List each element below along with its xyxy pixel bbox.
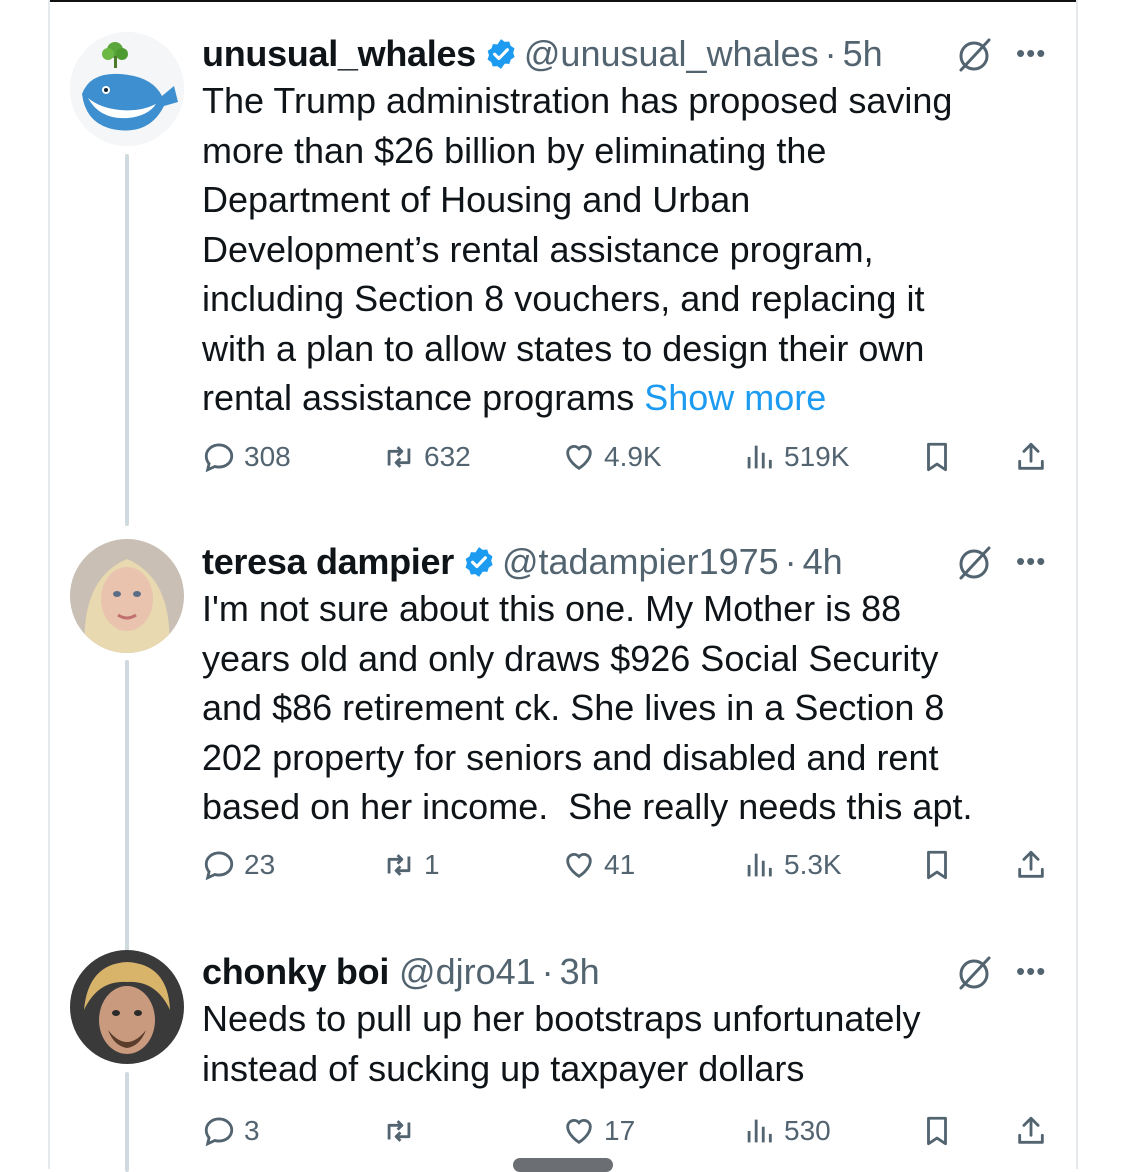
top-border <box>48 0 1078 2</box>
tweet-text: The Trump administration has proposed sa… <box>202 76 1032 423</box>
bookmark-button[interactable] <box>920 1114 962 1148</box>
display-name[interactable]: chonky boi <box>202 951 389 993</box>
views-button[interactable]: 519K <box>742 440 849 474</box>
separator-dot: · <box>824 33 837 74</box>
repost-button[interactable]: 632 <box>382 440 471 474</box>
timestamp[interactable]: 3h <box>560 951 600 993</box>
more-icon[interactable]: ••• <box>1016 546 1046 577</box>
view-count: 519K <box>784 441 850 472</box>
bookmark-button[interactable] <box>920 440 962 474</box>
verified-badge-icon <box>487 39 515 69</box>
show-more-link[interactable]: Show more <box>644 377 826 418</box>
views-button[interactable]: 530 <box>742 1114 831 1148</box>
repost-count: 1 <box>424 849 440 880</box>
more-icon[interactable]: ••• <box>1016 956 1046 987</box>
heart-icon <box>566 1119 592 1145</box>
handle[interactable]: @djro41 <box>399 951 536 993</box>
share-button[interactable] <box>1014 440 1056 474</box>
like-count: 4.9K <box>604 441 662 472</box>
like-button[interactable]: 17 <box>562 1114 635 1148</box>
repost-icon <box>387 854 411 876</box>
grok-icon[interactable] <box>955 954 993 992</box>
like-count: 17 <box>604 1115 636 1146</box>
profile-photo <box>70 950 184 1064</box>
tweet-text: Needs to pull up her bootstraps unfortun… <box>202 998 921 1089</box>
tweet-header: chonky boi @djro41 · 3h <box>202 946 600 998</box>
grok-icon[interactable] <box>955 544 993 582</box>
tweet-header: unusual_whales @unusual_whales · 5h <box>202 28 883 80</box>
reply-button[interactable]: 308 <box>202 440 291 474</box>
action-bar: 23 1 41 5.3K <box>202 848 1052 888</box>
thread-line <box>125 154 129 526</box>
reply-count: 3 <box>244 1115 260 1146</box>
reply-icon <box>204 443 234 473</box>
bookmark-icon <box>927 442 947 472</box>
bookmark-button[interactable] <box>920 848 962 882</box>
left-border <box>48 0 50 1169</box>
repost-count: 632 <box>424 441 471 472</box>
timestamp[interactable]: 4h <box>803 541 843 583</box>
separator-dot: · <box>541 951 554 992</box>
separator-dot: · <box>784 541 797 582</box>
repost-button[interactable] <box>382 1114 424 1148</box>
avatar[interactable] <box>70 539 184 653</box>
reply-icon <box>204 1117 234 1147</box>
view-count: 530 <box>784 1115 831 1146</box>
views-icon <box>747 853 772 877</box>
more-icon[interactable]: ••• <box>1016 38 1046 69</box>
repost-icon <box>387 446 411 468</box>
reply-button[interactable]: 3 <box>202 1114 260 1148</box>
bookmark-icon <box>927 850 947 880</box>
action-bar: 3 17 530 <box>202 1114 1052 1154</box>
heart-icon <box>566 445 592 471</box>
like-button[interactable]: 41 <box>562 848 635 882</box>
grok-icon[interactable] <box>955 36 993 74</box>
views-icon <box>747 1119 772 1143</box>
tweet-text-content: The Trump administration has proposed sa… <box>202 80 953 418</box>
share-button[interactable] <box>1014 1114 1056 1148</box>
reply-icon <box>204 851 234 881</box>
right-border <box>1076 0 1078 1169</box>
timestamp[interactable]: 5h <box>843 33 883 75</box>
views-icon <box>747 445 772 469</box>
share-button[interactable] <box>1014 848 1056 882</box>
like-button[interactable]: 4.9K <box>562 440 662 474</box>
tweet-text: I'm not sure about this one. My Mother i… <box>202 588 973 827</box>
handle[interactable]: @tadampier1975 <box>502 541 779 583</box>
share-icon <box>1018 442 1044 470</box>
repost-icon <box>387 1120 411 1142</box>
display-name[interactable]: teresa dampier <box>202 541 454 583</box>
avatar[interactable] <box>70 32 184 146</box>
reply-count: 308 <box>244 441 291 472</box>
like-count: 41 <box>604 849 636 880</box>
action-bar: 308 632 4.9K 519K <box>202 440 1052 480</box>
home-indicator[interactable] <box>513 1158 613 1172</box>
view-count: 5.3K <box>784 849 842 880</box>
reply-count: 23 <box>244 849 276 880</box>
reply-button[interactable]: 23 <box>202 848 275 882</box>
tweet-header: teresa dampier @tadampier1975 · 4h <box>202 536 843 588</box>
share-icon <box>1018 1116 1044 1144</box>
heart-icon <box>566 853 592 879</box>
views-button[interactable]: 5.3K <box>742 848 842 882</box>
profile-photo <box>70 539 184 653</box>
share-icon <box>1018 850 1044 878</box>
whale-logo-icon <box>70 32 184 146</box>
bookmark-icon <box>927 1116 947 1146</box>
repost-button[interactable]: 1 <box>382 848 440 882</box>
verified-badge-icon <box>465 547 493 577</box>
handle[interactable]: @unusual_whales <box>524 33 819 75</box>
display-name[interactable]: unusual_whales <box>202 33 476 75</box>
thread-line <box>125 1072 129 1172</box>
avatar[interactable] <box>70 950 184 1064</box>
